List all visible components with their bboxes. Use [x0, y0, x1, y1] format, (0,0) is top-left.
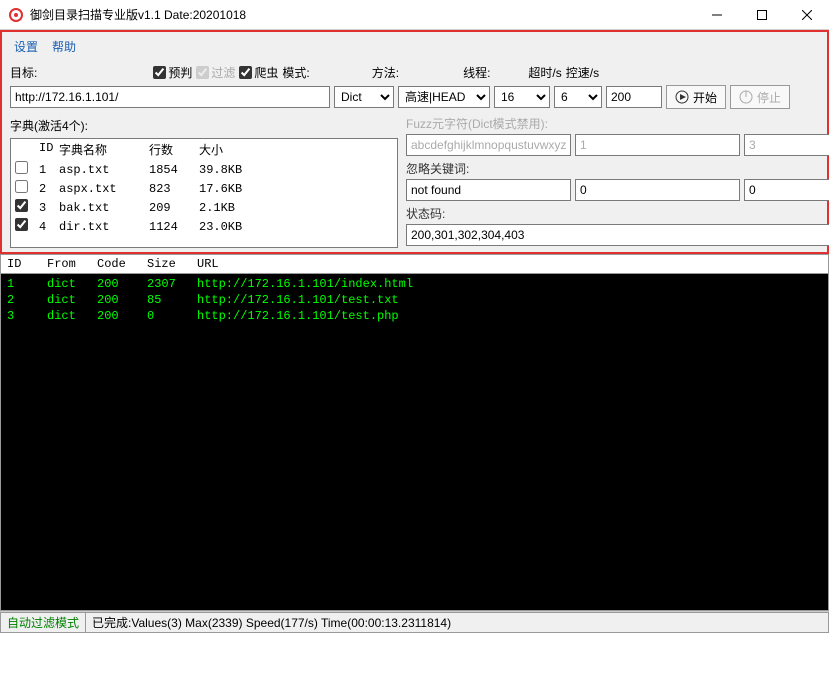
result-size: 2307	[147, 276, 197, 292]
result-code: 200	[97, 292, 147, 308]
dict-row-checkbox[interactable]	[15, 218, 28, 231]
method-label: 方法:	[372, 64, 399, 81]
result-row[interactable]: 3dict2000http://172.16.1.101/test.php	[7, 308, 822, 324]
fuzz-chars-input[interactable]	[406, 134, 571, 156]
start-button[interactable]: 开始	[666, 85, 726, 109]
minimize-button[interactable]	[694, 0, 739, 29]
dict-row-name: asp.txt	[59, 163, 149, 177]
status-code-label: 状态码:	[406, 203, 829, 224]
fuzz-label: Fuzz元字符(Dict模式禁用):	[406, 113, 829, 134]
menu-settings[interactable]: 设置	[14, 38, 38, 55]
ignore-keywords-input[interactable]	[406, 179, 571, 201]
dict-row-size: 2.1KB	[199, 201, 269, 215]
spider-checkbox[interactable]: 爬虫	[239, 64, 278, 81]
result-id: 1	[7, 276, 47, 292]
play-icon	[675, 90, 689, 104]
target-url-input[interactable]	[10, 86, 330, 108]
dict-row-checkbox[interactable]	[15, 180, 28, 193]
controls-row: Dict 高速|HEAD 16 6 开始 停止	[2, 83, 827, 113]
dict-panel: 字典(激活4个): ID 字典名称 行数 大小 1asp.txt185439.8…	[2, 113, 402, 252]
dict-row-id: 1	[39, 163, 59, 177]
prejudge-checkbox[interactable]: 预判	[153, 64, 192, 81]
titlebar: 御剑目录扫描专业版v1.1 Date:20201018	[0, 0, 829, 30]
dict-row-id: 4	[39, 220, 59, 234]
target-label: 目标:	[10, 64, 37, 81]
stop-button: 停止	[730, 85, 790, 109]
dict-row-name: dir.txt	[59, 220, 149, 234]
app-icon	[8, 7, 24, 23]
statusbar: 自动过滤模式 已完成:Values(3) Max(2339) Speed(177…	[0, 611, 829, 633]
maximize-button[interactable]	[739, 0, 784, 29]
dict-row-size: 17.6KB	[199, 182, 269, 196]
timeout-label: 超时/s	[528, 64, 561, 81]
ignore-label: 忽略关键词:	[406, 158, 829, 179]
result-row[interactable]: 2dict20085http://172.16.1.101/test.txt	[7, 292, 822, 308]
result-row[interactable]: 1dict2002307http://172.16.1.101/index.ht…	[7, 276, 822, 292]
result-from: dict	[47, 276, 97, 292]
status-codes-input[interactable]	[406, 224, 829, 246]
config-panel: 设置 帮助 目标: 预判 过滤 爬虫 模式: 方法: 线程: 超时/s 控速/s…	[0, 30, 829, 254]
speedlimit-label: 控速/s	[566, 64, 599, 81]
result-code: 200	[97, 276, 147, 292]
result-from: dict	[47, 292, 97, 308]
menubar: 设置 帮助	[2, 32, 827, 60]
dict-row[interactable]: 4dir.txt112423.0KB	[11, 217, 397, 236]
dict-row-name: bak.txt	[59, 201, 149, 215]
threads-label: 线程:	[463, 64, 490, 81]
options-row: 目标: 预判 过滤 爬虫 模式: 方法: 线程: 超时/s 控速/s	[2, 60, 827, 83]
speed-input[interactable]	[606, 86, 662, 108]
dict-row-lines: 1854	[149, 163, 199, 177]
menu-help[interactable]: 帮助	[52, 38, 76, 55]
dict-row[interactable]: 3bak.txt2092.1KB	[11, 198, 397, 217]
dict-columns: ID 字典名称 行数 大小	[11, 139, 397, 160]
close-button[interactable]	[784, 0, 829, 29]
dict-row[interactable]: 2aspx.txt82317.6KB	[11, 179, 397, 198]
dict-row-name: aspx.txt	[59, 182, 149, 196]
status-progress: 已完成:Values(3) Max(2339) Speed(177/s) Tim…	[86, 612, 829, 633]
status-filter-mode: 自动过滤模式	[0, 612, 86, 633]
fuzz-max-input[interactable]	[744, 134, 829, 156]
results-header: ID From Code Size URL	[0, 254, 829, 273]
result-url: http://172.16.1.101/test.txt	[197, 292, 822, 308]
stop-icon	[739, 90, 753, 104]
ignore-n1-input[interactable]	[575, 179, 740, 201]
dict-row-checkbox[interactable]	[15, 199, 28, 212]
dict-row-lines: 1124	[149, 220, 199, 234]
mode-label: 模式:	[282, 64, 309, 81]
fuzz-min-input[interactable]	[575, 134, 740, 156]
result-from: dict	[47, 308, 97, 324]
result-url: http://172.16.1.101/index.html	[197, 276, 822, 292]
result-code: 200	[97, 308, 147, 324]
method-select[interactable]: 高速|HEAD	[398, 86, 490, 108]
timeout-select[interactable]: 6	[554, 86, 602, 108]
dict-header: 字典(激活4个):	[10, 113, 398, 138]
ignore-n2-input[interactable]	[744, 179, 829, 201]
result-url: http://172.16.1.101/test.php	[197, 308, 822, 324]
dict-row[interactable]: 1asp.txt185439.8KB	[11, 160, 397, 179]
dict-row-lines: 823	[149, 182, 199, 196]
config-columns: 字典(激活4个): ID 字典名称 行数 大小 1asp.txt185439.8…	[2, 113, 827, 252]
result-id: 3	[7, 308, 47, 324]
window-title: 御剑目录扫描专业版v1.1 Date:20201018	[30, 6, 694, 23]
dict-row-size: 23.0KB	[199, 220, 269, 234]
result-size: 0	[147, 308, 197, 324]
dict-row-id: 3	[39, 201, 59, 215]
result-id: 2	[7, 292, 47, 308]
threads-select[interactable]: 16	[494, 86, 550, 108]
params-panel: Fuzz元字符(Dict模式禁用): 忽略关键词: 状态码:	[402, 113, 829, 252]
dict-row-lines: 209	[149, 201, 199, 215]
dict-row-checkbox[interactable]	[15, 161, 28, 174]
dict-row-id: 2	[39, 182, 59, 196]
result-size: 85	[147, 292, 197, 308]
dict-list[interactable]: ID 字典名称 行数 大小 1asp.txt185439.8KB2aspx.tx…	[10, 138, 398, 248]
results-body[interactable]: 1dict2002307http://172.16.1.101/index.ht…	[0, 273, 829, 611]
dict-row-size: 39.8KB	[199, 163, 269, 177]
mode-select[interactable]: Dict	[334, 86, 394, 108]
filter-checkbox[interactable]: 过滤	[196, 64, 235, 81]
